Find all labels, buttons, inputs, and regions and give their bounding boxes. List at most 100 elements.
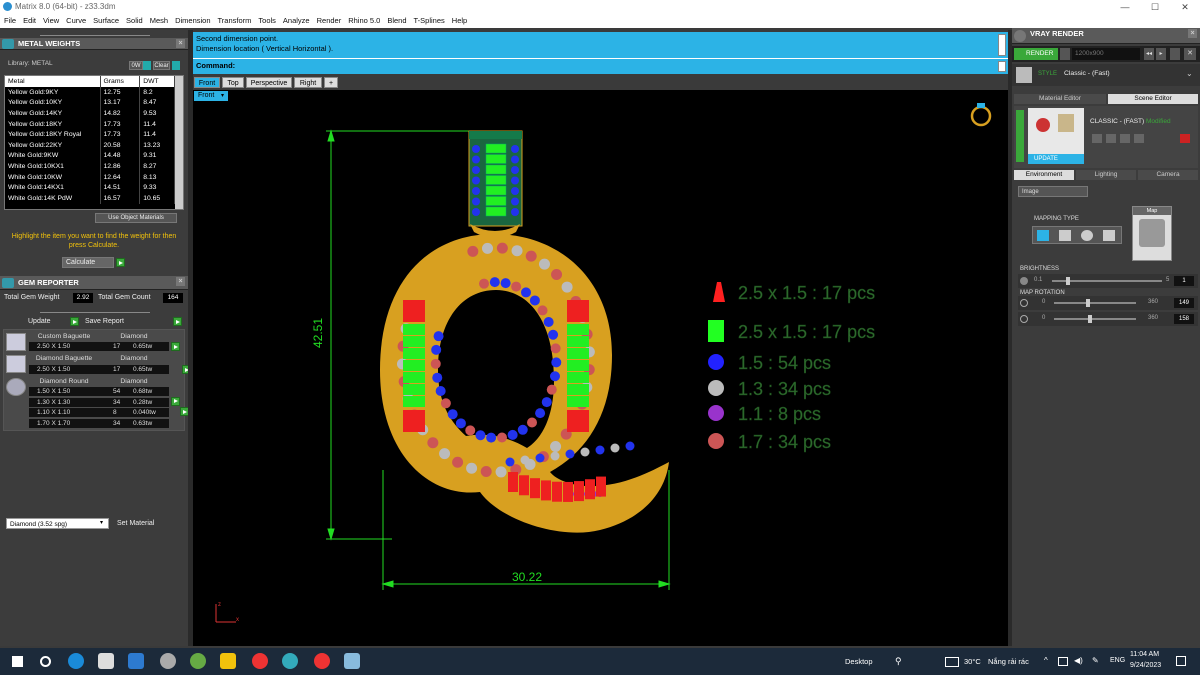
metal-row[interactable]: Yellow Gold:14KY 14.82 9.53 bbox=[5, 108, 175, 119]
viewport-front[interactable]: Front ▾ 42.51 30.22 2.5 x 1.5 : 17 pcs 2.… bbox=[193, 90, 1008, 646]
save-report-button[interactable] bbox=[173, 317, 183, 327]
menu-file[interactable]: File bbox=[4, 14, 16, 28]
slider-thumb[interactable] bbox=[1066, 277, 1070, 285]
menu-transform[interactable]: Transform bbox=[218, 14, 252, 28]
tab-material-editor[interactable]: Material Editor bbox=[1014, 94, 1106, 104]
clear-button[interactable]: Clear bbox=[153, 61, 170, 70]
tab-lighting[interactable]: Lighting bbox=[1076, 170, 1136, 180]
stop-icon[interactable] bbox=[1170, 48, 1180, 60]
slider-track[interactable] bbox=[1054, 318, 1136, 320]
slider-thumb[interactable] bbox=[1086, 299, 1090, 307]
copy-icon[interactable] bbox=[1120, 134, 1130, 143]
tab-right[interactable]: Right bbox=[294, 77, 322, 88]
sphere-mapping-icon[interactable] bbox=[1081, 230, 1093, 241]
app-icon[interactable] bbox=[190, 653, 206, 669]
menu-surface[interactable]: Surface bbox=[93, 14, 119, 28]
chrome-icon[interactable] bbox=[252, 653, 268, 669]
menu-tsplines[interactable]: T-Splines bbox=[414, 14, 445, 28]
planar-mapping-icon[interactable] bbox=[1037, 230, 1049, 241]
notification-icon[interactable] bbox=[1176, 656, 1186, 666]
tab-front[interactable]: Front bbox=[194, 77, 220, 88]
metal-row[interactable]: Yellow Gold:22KY 20.58 13.23 bbox=[5, 139, 175, 151]
use-object-materials-button[interactable]: Use Object Materials bbox=[95, 213, 177, 223]
tab-scene-editor[interactable]: Scene Editor bbox=[1108, 94, 1198, 104]
tab-perspective[interactable]: Perspective bbox=[246, 77, 292, 88]
gem-row[interactable]: 2.50 X 1.50 17 0.65tw bbox=[29, 342, 169, 351]
calculate-button[interactable]: Calculate bbox=[62, 257, 114, 268]
desktop-label[interactable]: Desktop bbox=[845, 657, 873, 666]
metal-row[interactable]: White Gold:14KX1 14.51 9.33 bbox=[5, 182, 175, 193]
material-select[interactable]: Diamond (3.52 spg) bbox=[6, 518, 109, 529]
map-thumbnail[interactable]: Map bbox=[1132, 206, 1172, 261]
close-icon[interactable]: × bbox=[176, 277, 185, 286]
metal-scrollbar[interactable] bbox=[175, 76, 183, 209]
close-button[interactable]: ✕ bbox=[1170, 0, 1200, 14]
close-icon[interactable]: × bbox=[176, 39, 185, 48]
metal-row[interactable]: Yellow Gold:10KY 13.17 8.47 bbox=[5, 97, 175, 109]
render-button[interactable]: RENDER bbox=[1014, 48, 1058, 60]
app-icon[interactable] bbox=[344, 653, 360, 669]
metal-row[interactable]: Yellow Gold:18KY 17.73 11.4 bbox=[5, 118, 175, 130]
matrix-icon[interactable] bbox=[160, 653, 176, 669]
chevron-down-icon[interactable]: ▾ bbox=[100, 519, 108, 528]
person-icon[interactable]: ⚲ bbox=[895, 656, 902, 667]
command-spinner[interactable] bbox=[998, 61, 1006, 72]
open-icon[interactable] bbox=[1106, 134, 1116, 143]
metal-row[interactable]: White Gold:14K PdW 16.57 10.65 bbox=[5, 192, 175, 204]
maximize-button[interactable]: ☐ bbox=[1140, 0, 1170, 14]
cylinder-mapping-icon[interactable] bbox=[1103, 230, 1115, 241]
gem-go-button[interactable] bbox=[171, 342, 180, 352]
preset-side-button[interactable] bbox=[1016, 110, 1024, 162]
update-button[interactable] bbox=[70, 317, 80, 327]
play-icon[interactable]: ▸ bbox=[1156, 48, 1166, 60]
menu-dimension[interactable]: Dimension bbox=[175, 14, 210, 28]
gem-row[interactable]: 2.50 X 1.50 17 0.65tw bbox=[29, 365, 169, 374]
close-icon[interactable]: × bbox=[1188, 29, 1197, 38]
render-size-field[interactable]: 1200x900 bbox=[1072, 48, 1140, 60]
metal-row[interactable]: Yellow Gold:9KY 12.75 8.2 bbox=[5, 87, 175, 98]
settings-icon[interactable] bbox=[1134, 134, 1144, 143]
menu-render[interactable]: Render bbox=[317, 14, 342, 28]
menu-blend[interactable]: Blend bbox=[387, 14, 406, 28]
menu-edit[interactable]: Edit bbox=[23, 14, 36, 28]
save-icon[interactable] bbox=[1092, 134, 1102, 143]
pendant-letter-q[interactable] bbox=[380, 234, 669, 533]
add-tab-button[interactable]: + bbox=[324, 77, 338, 88]
menu-solid[interactable]: Solid bbox=[126, 14, 143, 28]
col-grams[interactable]: Grams bbox=[100, 76, 141, 87]
pendant-bail[interactable] bbox=[468, 130, 523, 238]
rotation-1-value[interactable]: 149 bbox=[1174, 298, 1194, 308]
camera-icon[interactable] bbox=[1060, 48, 1070, 60]
search-icon[interactable] bbox=[40, 656, 51, 667]
brightness-value[interactable]: 1 bbox=[1174, 276, 1194, 286]
menu-mesh[interactable]: Mesh bbox=[150, 14, 168, 28]
weather-icon[interactable] bbox=[945, 657, 959, 667]
brightness-slider[interactable]: 0.1 5 1 bbox=[1018, 274, 1198, 288]
metal-row[interactable]: White Gold:10KX1 12.86 8.27 bbox=[5, 161, 175, 172]
col-dwt[interactable]: DWT bbox=[139, 76, 175, 87]
menu-curve[interactable]: Curve bbox=[66, 14, 86, 28]
col-metal[interactable]: Metal bbox=[5, 76, 101, 87]
chevron-down-icon[interactable]: ⌄ bbox=[1186, 69, 1193, 78]
tab-environment[interactable]: Environment bbox=[1014, 170, 1074, 180]
rotation-slider-1[interactable]: 0 360 149 bbox=[1018, 296, 1198, 310]
gem-row[interactable]: 1.70 X 1.70 34 0.63tw bbox=[29, 418, 169, 428]
preset-update-button[interactable]: UPDATE bbox=[1028, 154, 1084, 164]
menu-help[interactable]: Help bbox=[452, 14, 467, 28]
temperature[interactable]: 30°C bbox=[964, 657, 981, 666]
menu-analyze[interactable]: Analyze bbox=[283, 14, 310, 28]
store-icon[interactable] bbox=[98, 653, 114, 669]
chrome-icon[interactable] bbox=[314, 653, 330, 669]
calculate-go-icon[interactable] bbox=[116, 258, 125, 268]
menu-tools[interactable]: Tools bbox=[258, 14, 276, 28]
gem-row[interactable]: 1.30 X 1.30 34 0.28tw bbox=[29, 397, 169, 407]
metal-row[interactable]: White Gold:9KW 14.48 9.31 bbox=[5, 150, 175, 162]
refresh-icon[interactable] bbox=[1180, 134, 1190, 143]
volume-icon[interactable]: ◀) bbox=[1074, 656, 1083, 665]
unit-toggle[interactable]: 0W bbox=[129, 61, 143, 70]
slider-thumb[interactable] bbox=[1088, 315, 1092, 323]
box-mapping-icon[interactable] bbox=[1059, 230, 1071, 241]
environment-select[interactable]: Image bbox=[1018, 186, 1088, 197]
windows-start-icon[interactable] bbox=[12, 656, 23, 667]
style-value[interactable]: Classic - (Fast) bbox=[1064, 70, 1110, 77]
